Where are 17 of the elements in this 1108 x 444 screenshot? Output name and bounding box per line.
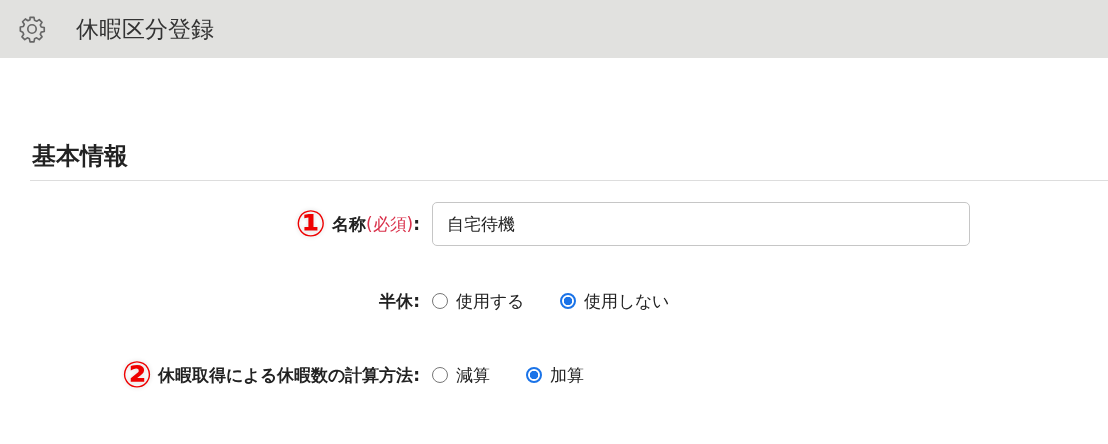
settings-icon[interactable] [18, 15, 46, 43]
number-marker: ① [295, 206, 326, 242]
section-title: 基本情報 [30, 140, 1108, 181]
option-label: 使用する [456, 289, 524, 313]
name-input-field[interactable]: 自宅待機 [432, 202, 970, 246]
option-label: 加算 [550, 363, 584, 387]
number-marker: ② [121, 357, 153, 393]
option-label: 使用しない [584, 289, 669, 313]
field-label: 名称(必須): [331, 212, 420, 236]
radio-button[interactable] [560, 293, 576, 309]
field-label: 休暇取得による休暇数の計算方法: [158, 363, 420, 387]
field-label: 半休: [379, 289, 420, 313]
radio-button[interactable] [526, 367, 542, 383]
radio-button[interactable] [432, 293, 448, 309]
radio-button[interactable] [432, 367, 448, 383]
option-label: 減算 [456, 363, 490, 387]
page-title: 休暇区分登録 [76, 14, 214, 44]
